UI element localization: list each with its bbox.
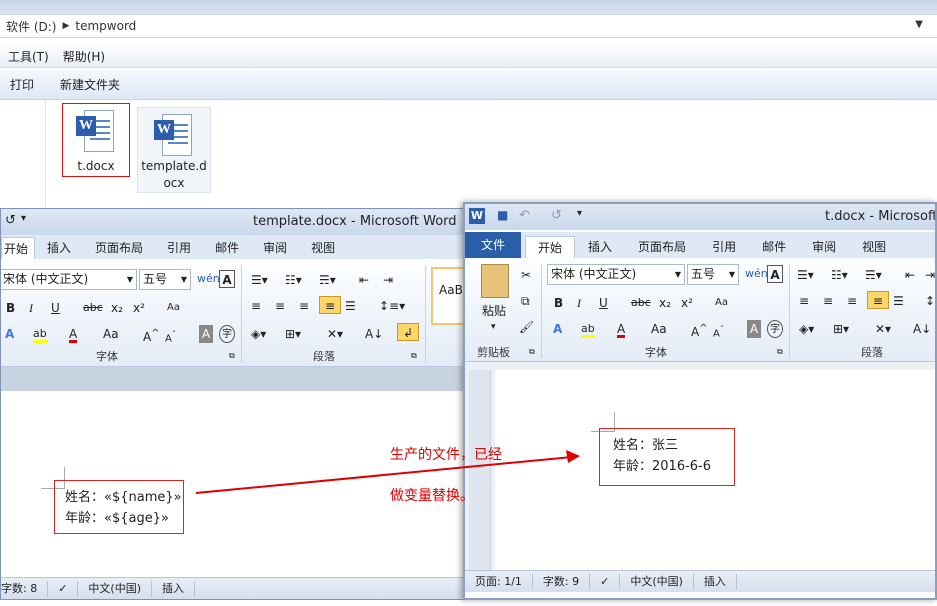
arrowhead-icon [566,450,580,463]
annotation-arrow [195,450,580,494]
annotation-arrow-line [195,456,573,494]
